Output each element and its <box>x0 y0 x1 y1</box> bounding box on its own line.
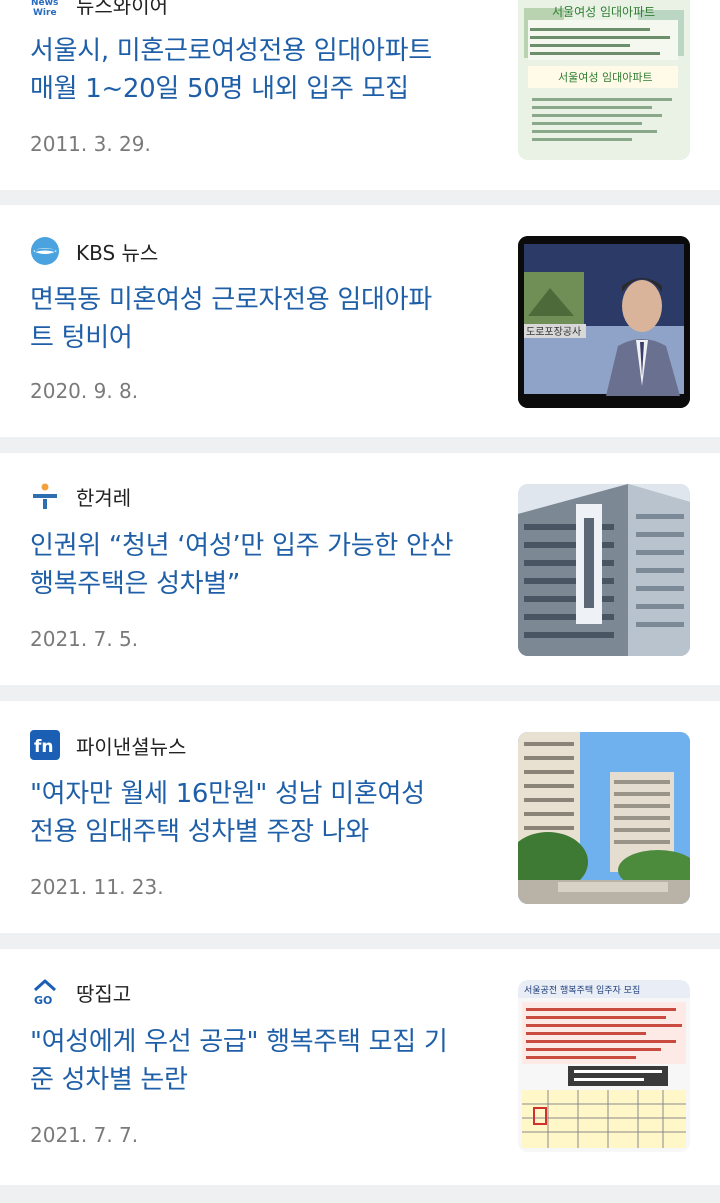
svg-text:News: News <box>31 0 58 8</box>
svg-text:Wire: Wire <box>33 8 57 18</box>
article-date: 2020. 9. 8. <box>30 379 139 403</box>
news-card-2[interactable]: KBS 뉴스 면목동 미혼여성 근로자전용 임대아파 트 텅비어 2020. 9… <box>0 205 720 437</box>
article-date: 2021. 11. 23. <box>30 875 164 899</box>
ttangjipgo-logo-text: GO <box>34 994 52 1007</box>
title-line: "여자만 월세 16만원" 성남 미혼여성 <box>30 779 425 809</box>
article-title[interactable]: 서울시, 미혼근로여성전용 임대아파트 매월 1~20일 50명 내외 입주 모… <box>30 32 485 108</box>
article-title[interactable]: 면목동 미혼여성 근로자전용 임대아파 트 텅비어 <box>30 281 485 357</box>
fn-logo-text: fn <box>34 737 54 757</box>
news-feed: News Wire 뉴스와이어 서울시, 미혼근로여성전용 임대아파트 매월 1… <box>0 0 720 1203</box>
article-thumbnail[interactable]: 서울여성 임대아파트 서울여성 임대아파트 <box>518 0 690 160</box>
title-line: 면목동 미혼여성 근로자전용 임대아파 <box>30 285 432 315</box>
article-date: 2011. 3. 29. <box>30 132 151 156</box>
article-thumbnail[interactable] <box>518 484 690 656</box>
title-line: 준 성차별 논란 <box>30 1065 188 1095</box>
article-title[interactable]: 인권위 “청년 ‘여성’만 입주 가능한 안산 행복주택은 성차별” <box>30 527 485 603</box>
article-date: 2021. 7. 5. <box>30 627 139 651</box>
news-source[interactable]: News Wire 뉴스와이어 <box>30 0 168 20</box>
title-line: 매월 1~20일 50명 내외 입주 모집 <box>30 74 409 104</box>
thumb-subheading: 서울여성 임대아파트 <box>558 71 653 84</box>
source-name: 땅집고 <box>76 981 132 1006</box>
news-card-3[interactable]: 한겨레 인권위 “청년 ‘여성’만 입주 가능한 안산 행복주택은 성차별” 2… <box>0 453 720 685</box>
article-thumbnail[interactable]: 도로포장공사 <box>518 236 690 408</box>
title-line: 트 텅비어 <box>30 323 133 353</box>
article-thumbnail[interactable]: 서울공전 행복주택 입주자 모집 <box>518 980 690 1152</box>
thumb-heading: 서울여성 임대아파트 <box>552 5 655 19</box>
news-source[interactable]: GO 땅집고 <box>30 976 131 1008</box>
news-source[interactable]: 한겨레 <box>30 480 131 512</box>
ttangjipgo-logo-icon: GO <box>30 977 60 1007</box>
kbs-logo-icon <box>30 236 60 266</box>
news-card-5[interactable]: GO 땅집고 "여성에게 우선 공급" 행복주택 모집 기 준 성차별 논란 2… <box>0 949 720 1185</box>
title-line: 전용 임대주택 성차별 주장 나와 <box>30 817 369 847</box>
title-line: 서울시, 미혼근로여성전용 임대아파트 <box>30 36 432 66</box>
news-source[interactable]: fn 파이낸셜뉴스 <box>30 729 186 761</box>
title-line: 인권위 “청년 ‘여성’만 입주 가능한 안산 <box>30 531 454 561</box>
article-thumbnail[interactable] <box>518 732 690 904</box>
source-name: 파이낸셜뉴스 <box>76 734 187 759</box>
newswire-logo-icon: News Wire <box>30 0 60 19</box>
article-title[interactable]: "여자만 월세 16만원" 성남 미혼여성 전용 임대주택 성차별 주장 나와 <box>30 775 485 851</box>
news-card-4[interactable]: fn 파이낸셜뉴스 "여자만 월세 16만원" 성남 미혼여성 전용 임대주택 … <box>0 701 720 933</box>
article-title[interactable]: "여성에게 우선 공급" 행복주택 모집 기 준 성차별 논란 <box>30 1023 485 1099</box>
article-date: 2021. 7. 7. <box>30 1123 139 1147</box>
title-line: 행복주택은 성차별” <box>30 569 241 599</box>
news-source[interactable]: KBS 뉴스 <box>30 235 158 267</box>
source-name: KBS 뉴스 <box>76 240 159 265</box>
thumb-caption: 도로포장공사 <box>526 326 581 338</box>
hankyoreh-logo-icon <box>30 481 60 511</box>
news-card-1[interactable]: News Wire 뉴스와이어 서울시, 미혼근로여성전용 임대아파트 매월 1… <box>0 0 720 190</box>
fn-logo-icon: fn <box>30 730 60 760</box>
title-line: "여성에게 우선 공급" 행복주택 모집 기 <box>30 1027 448 1057</box>
thumb-heading: 서울공전 행복주택 입주자 모집 <box>524 984 640 996</box>
source-name: 한겨레 <box>76 485 132 510</box>
source-name: 뉴스와이어 <box>76 0 168 18</box>
